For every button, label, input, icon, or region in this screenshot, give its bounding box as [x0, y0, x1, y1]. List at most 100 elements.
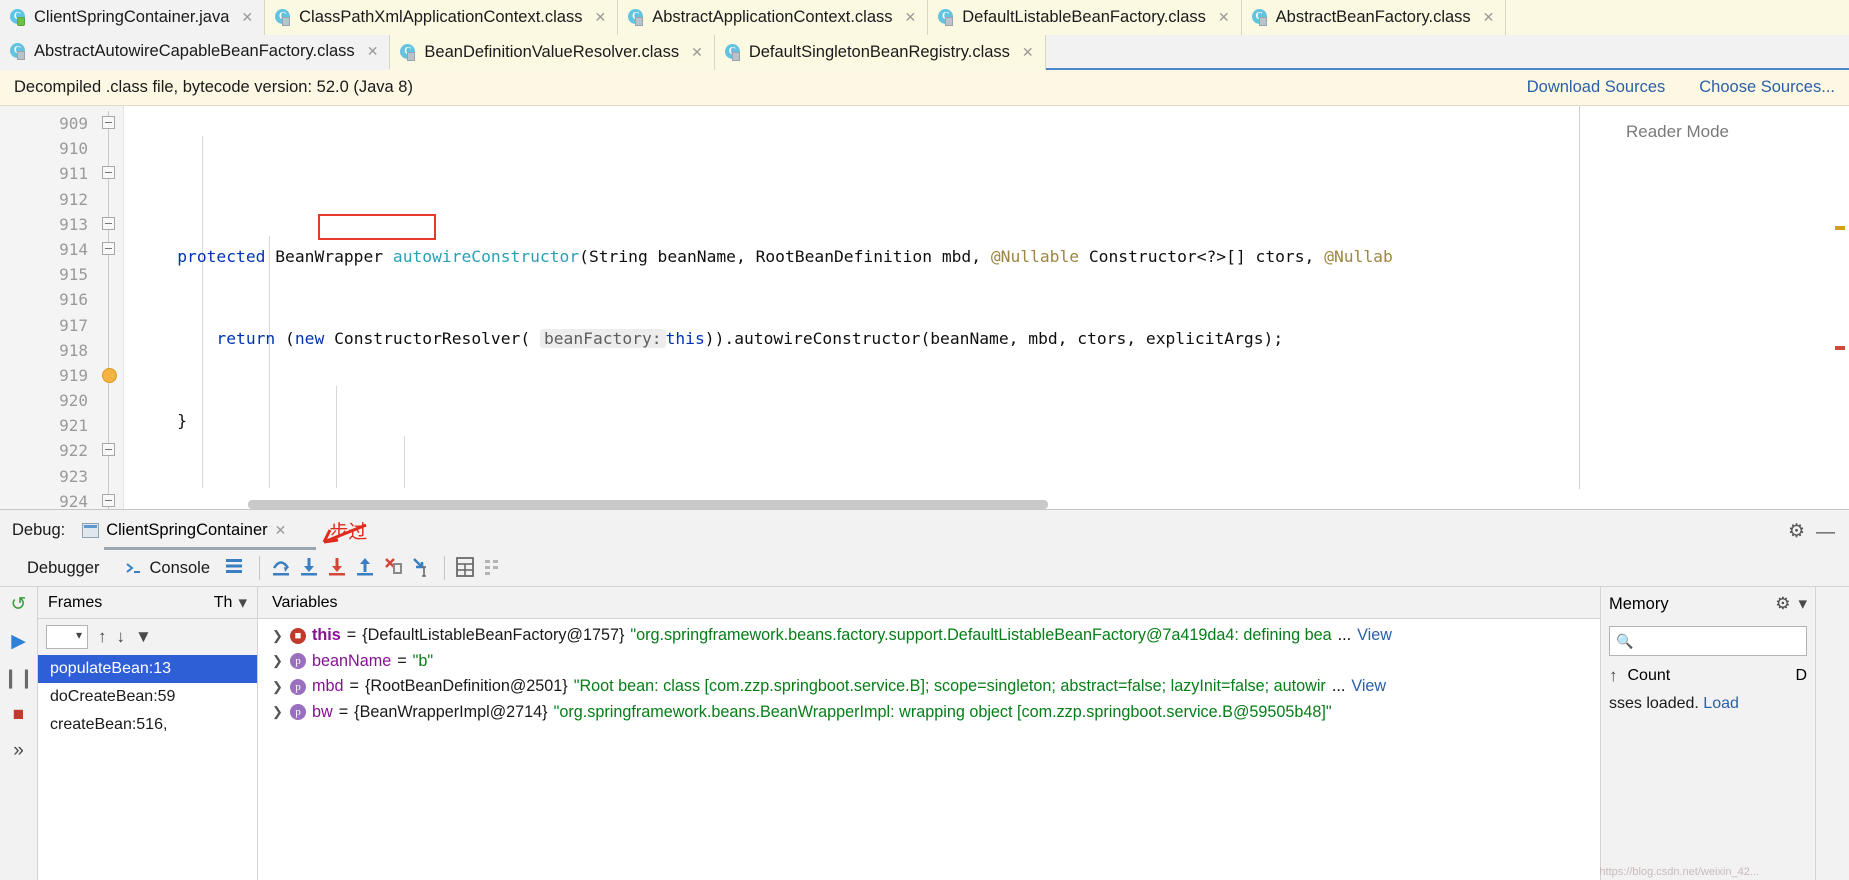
- fold-minus-icon[interactable]: [102, 166, 115, 180]
- tab-underline: [104, 547, 316, 550]
- variables-pane: Variables ❯ ■ this = {DefaultListableBea…: [258, 587, 1600, 880]
- frame-row-docreatebean[interactable]: doCreateBean:59: [38, 683, 257, 711]
- editor-tab-label: BeanDefinitionValueResolver.class: [424, 43, 680, 61]
- editor-tab-beandefinitionvalueresolver[interactable]: C BeanDefinitionValueResolver.class ✕: [390, 35, 715, 70]
- editor-tab-defaultlistablebeanfactory[interactable]: C DefaultListableBeanFactory.class ✕: [928, 0, 1242, 35]
- threads-label[interactable]: Th: [214, 594, 233, 612]
- tab-console[interactable]: Console: [112, 559, 223, 578]
- editor-tab-defaultsingletonbeanregistry[interactable]: C DefaultSingletonBeanRegistry.class ✕: [714, 35, 1046, 70]
- fold-minus-icon[interactable]: [102, 216, 115, 230]
- gear-icon[interactable]: ⚙: [1788, 520, 1805, 543]
- line-number: 916: [59, 290, 88, 310]
- chevron-right-icon[interactable]: ❯: [272, 628, 284, 644]
- editor-tab-row-2: C AbstractAutowireCapableBeanFactory.cla…: [0, 35, 1849, 70]
- show-execution-point-button[interactable]: [223, 555, 251, 581]
- variables-list[interactable]: ❯ ■ this = {DefaultListableBeanFactory@1…: [258, 619, 1600, 880]
- close-icon[interactable]: ✕: [1483, 9, 1495, 26]
- close-icon[interactable]: ✕: [905, 9, 917, 26]
- reader-mode-hint-popup[interactable]: Reader Mode: [1579, 106, 1849, 489]
- chevron-right-icon[interactable]: ❯: [272, 653, 284, 669]
- frames-controls: ↑ ↓ ▼: [38, 619, 257, 655]
- close-icon[interactable]: ✕: [275, 522, 287, 539]
- fold-row[interactable]: [96, 111, 123, 136]
- editor-tab-abstractapplicationcontext[interactable]: C AbstractApplicationContext.class ✕: [618, 0, 929, 35]
- fold-row[interactable]: [96, 489, 123, 509]
- evaluate-expression-button[interactable]: [453, 555, 481, 581]
- settings-layout-button[interactable]: [481, 555, 509, 581]
- run-play-icon[interactable]: ▶: [11, 630, 26, 653]
- step-over-button[interactable]: [268, 555, 296, 581]
- code-text: ConstructorResolver(: [324, 329, 540, 349]
- settings-icon[interactable]: ⚙: [1775, 594, 1790, 614]
- tab-debugger[interactable]: Debugger: [14, 559, 112, 578]
- variable-row-this[interactable]: ❯ ■ this = {DefaultListableBeanFactory@1…: [258, 623, 1600, 649]
- scrollbar-marker[interactable]: [1835, 226, 1845, 230]
- frames-list[interactable]: populateBean:13 doCreateBean:59 createBe…: [38, 655, 257, 880]
- close-icon[interactable]: ✕: [367, 43, 379, 60]
- variable-row-bw[interactable]: ❯ p bw = {BeanWrapperImpl@2714} "org.spr…: [258, 700, 1600, 726]
- memory-count-column[interactable]: Count: [1628, 667, 1671, 685]
- breakpoint-icon[interactable]: [102, 367, 117, 383]
- chevron-right-icon[interactable]: ❯: [272, 704, 284, 720]
- arrow-up-icon[interactable]: ↑: [98, 627, 107, 647]
- frame-row-createbean[interactable]: createBean:516,: [38, 711, 257, 739]
- step-into-button[interactable]: [296, 555, 324, 581]
- fold-row[interactable]: [96, 161, 123, 186]
- fold-row[interactable]: [96, 237, 123, 262]
- chevron-down-icon[interactable]: ▾: [238, 593, 247, 613]
- fold-minus-icon[interactable]: [102, 443, 115, 457]
- force-step-into-button[interactable]: [324, 555, 352, 581]
- filter-icon[interactable]: ▼: [135, 627, 152, 647]
- thread-selector-dropdown[interactable]: [46, 625, 88, 649]
- variable-name: mbd: [312, 677, 344, 696]
- close-icon[interactable]: ✕: [241, 9, 253, 26]
- fold-minus-icon[interactable]: [102, 241, 115, 255]
- memory-search-input[interactable]: 🔍: [1609, 626, 1807, 656]
- step-out-button[interactable]: [352, 555, 380, 581]
- close-icon[interactable]: ✕: [595, 9, 607, 26]
- frame-label: createBean:516,: [50, 716, 168, 733]
- stop-icon[interactable]: ■: [13, 704, 24, 726]
- download-sources-link[interactable]: Download Sources: [1527, 78, 1666, 97]
- more-actions-icon[interactable]: »: [13, 740, 24, 762]
- fold-row: [96, 287, 123, 312]
- editor-tab-client-spring-container[interactable]: C ClientSpringContainer.java ✕: [0, 0, 266, 35]
- drop-frame-button[interactable]: [380, 555, 408, 581]
- editor-tab-classpathxmlapplicationcontext[interactable]: C ClassPathXmlApplicationContext.class ✕: [265, 0, 619, 35]
- scrollbar-marker[interactable]: [1835, 346, 1845, 350]
- close-icon[interactable]: ✕: [1218, 9, 1230, 26]
- fold-minus-icon[interactable]: [102, 116, 115, 129]
- variable-row-mbd[interactable]: ❯ p mbd = {RootBeanDefinition@2501} "Roo…: [258, 674, 1600, 700]
- parameter-icon: p: [290, 653, 306, 670]
- variable-row-beanname[interactable]: ❯ p beanName = "b": [258, 649, 1600, 675]
- choose-sources-link[interactable]: Choose Sources...: [1699, 78, 1835, 97]
- editor-horizontal-scrollbar[interactable]: [248, 500, 1048, 509]
- fold-row[interactable]: [96, 438, 123, 463]
- frame-row-populatebean[interactable]: populateBean:13: [38, 655, 257, 683]
- debug-run-configuration-tab[interactable]: ClientSpringContainer ✕: [74, 518, 294, 543]
- editor-tab-abstractbeanfactory[interactable]: C AbstractBeanFactory.class ✕: [1241, 0, 1507, 35]
- close-icon[interactable]: ✕: [691, 44, 703, 61]
- console-tab-label: Console: [149, 558, 211, 577]
- run-to-cursor-button[interactable]: [408, 555, 436, 581]
- fold-minus-icon[interactable]: [102, 493, 115, 507]
- breakpoint-row[interactable]: [96, 363, 123, 388]
- minimize-icon[interactable]: —: [1816, 522, 1835, 544]
- view-link[interactable]: View: [1351, 677, 1386, 696]
- memory-diff-column[interactable]: D: [1795, 667, 1807, 685]
- memory-load-link[interactable]: Load: [1703, 695, 1739, 712]
- code-editor[interactable]: 909 910 911 912 913 914 915 916 917 918 …: [0, 106, 1849, 509]
- arrow-down-icon[interactable]: ↓: [117, 627, 126, 647]
- editor-tab-abstractautowirecapablebeanfactory[interactable]: C AbstractAutowireCapableBeanFactory.cla…: [0, 35, 391, 70]
- fold-and-breakpoint-gutter[interactable]: [96, 106, 124, 509]
- memory-header: Memory ⚙ ▾: [1601, 587, 1815, 621]
- close-icon[interactable]: ✕: [1022, 44, 1034, 61]
- resume-program-icon[interactable]: ↺: [11, 593, 27, 616]
- variable-equals: =: [397, 651, 407, 670]
- pause-icon[interactable]: ❙❙: [3, 667, 35, 690]
- chevron-down-icon[interactable]: ▾: [1798, 594, 1807, 614]
- fold-row[interactable]: [96, 212, 123, 237]
- view-link[interactable]: View: [1357, 626, 1392, 645]
- sort-icon[interactable]: ↑: [1609, 666, 1618, 686]
- chevron-right-icon[interactable]: ❯: [272, 679, 284, 695]
